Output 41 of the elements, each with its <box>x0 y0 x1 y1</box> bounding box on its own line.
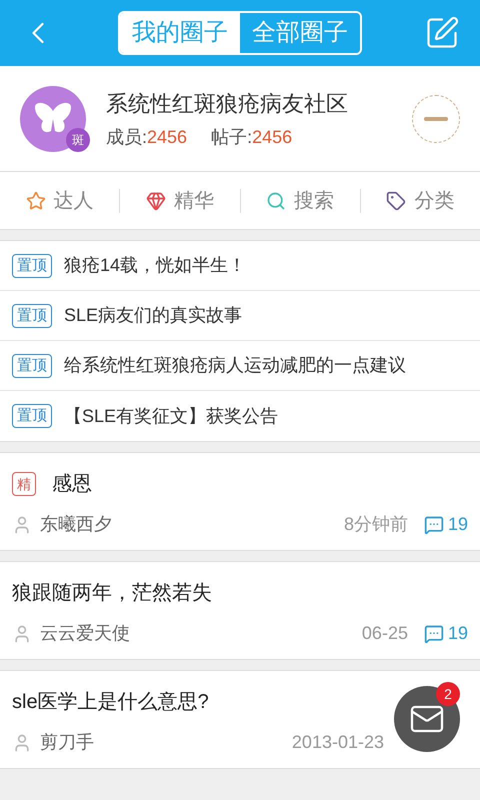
tag-icon <box>386 190 406 210</box>
pinned-item[interactable]: 置顶 【SLE有奖征文】获奖公告 <box>0 391 480 441</box>
post-title: sle医学上是什么意思? <box>12 690 209 715</box>
pinned-title: 狼疮14载，恍如半生！ <box>64 254 246 277</box>
pinned-badge: 置顶 <box>12 304 52 328</box>
pinned-title: SLE病友们的真实故事 <box>64 304 242 327</box>
gem-icon <box>146 190 166 210</box>
community-name: 系统性红斑狼疮病友社区 <box>106 90 349 118</box>
action-tab[interactable]: 精华 <box>120 186 240 216</box>
pinned-badge: 置顶 <box>12 354 52 378</box>
post-title: 狼跟随两年，茫然若失 <box>12 581 212 606</box>
post-time: 2013-01-23 <box>292 731 384 754</box>
search-icon <box>266 190 286 210</box>
action-tab[interactable]: 搜索 <box>240 186 360 216</box>
post-author: 剪刀手 <box>40 731 94 754</box>
comment-icon <box>424 514 444 534</box>
post-author: 云云爱天使 <box>40 622 130 645</box>
action-tab[interactable]: 达人 <box>0 186 120 216</box>
action-tab[interactable]: 分类 <box>360 186 480 216</box>
post-author: 东曦西夕 <box>40 513 112 536</box>
post-time: 8分钟前 <box>344 513 408 536</box>
comment-icon <box>424 624 444 644</box>
pinned-title: 给系统性红斑狼疮病人运动减肥的一点建议 <box>64 354 406 377</box>
post-time: 06-25 <box>362 622 408 645</box>
featured-badge: 精 <box>12 472 36 496</box>
post-card[interactable]: 精 感恩 东曦西夕 8分钟前 19 <box>0 452 480 551</box>
pinned-badge: 置顶 <box>12 404 52 428</box>
post-title: 感恩 <box>52 472 92 497</box>
member-count: 成员:2456 <box>106 126 188 148</box>
leave-button[interactable] <box>412 94 460 142</box>
post-count: 帖子:2456 <box>211 126 292 148</box>
pinned-item[interactable]: 置顶 狼疮14载，恍如半生！ <box>0 241 480 291</box>
comment-count: 19 <box>448 513 468 536</box>
pinned-badge: 置顶 <box>12 254 52 278</box>
pinned-item[interactable]: 置顶 SLE病友们的真实故事 <box>0 291 480 341</box>
avatar-badge: 斑 <box>66 128 90 152</box>
comment-count: 19 <box>448 622 468 645</box>
pinned-item[interactable]: 置顶 给系统性红斑狼疮病人运动减肥的一点建议 <box>0 341 480 391</box>
pinned-title: 【SLE有奖征文】获奖公告 <box>64 404 278 428</box>
star-icon <box>26 190 46 210</box>
post-card[interactable]: 狼跟随两年，茫然若失 云云爱天使 06-25 19 <box>0 561 480 660</box>
